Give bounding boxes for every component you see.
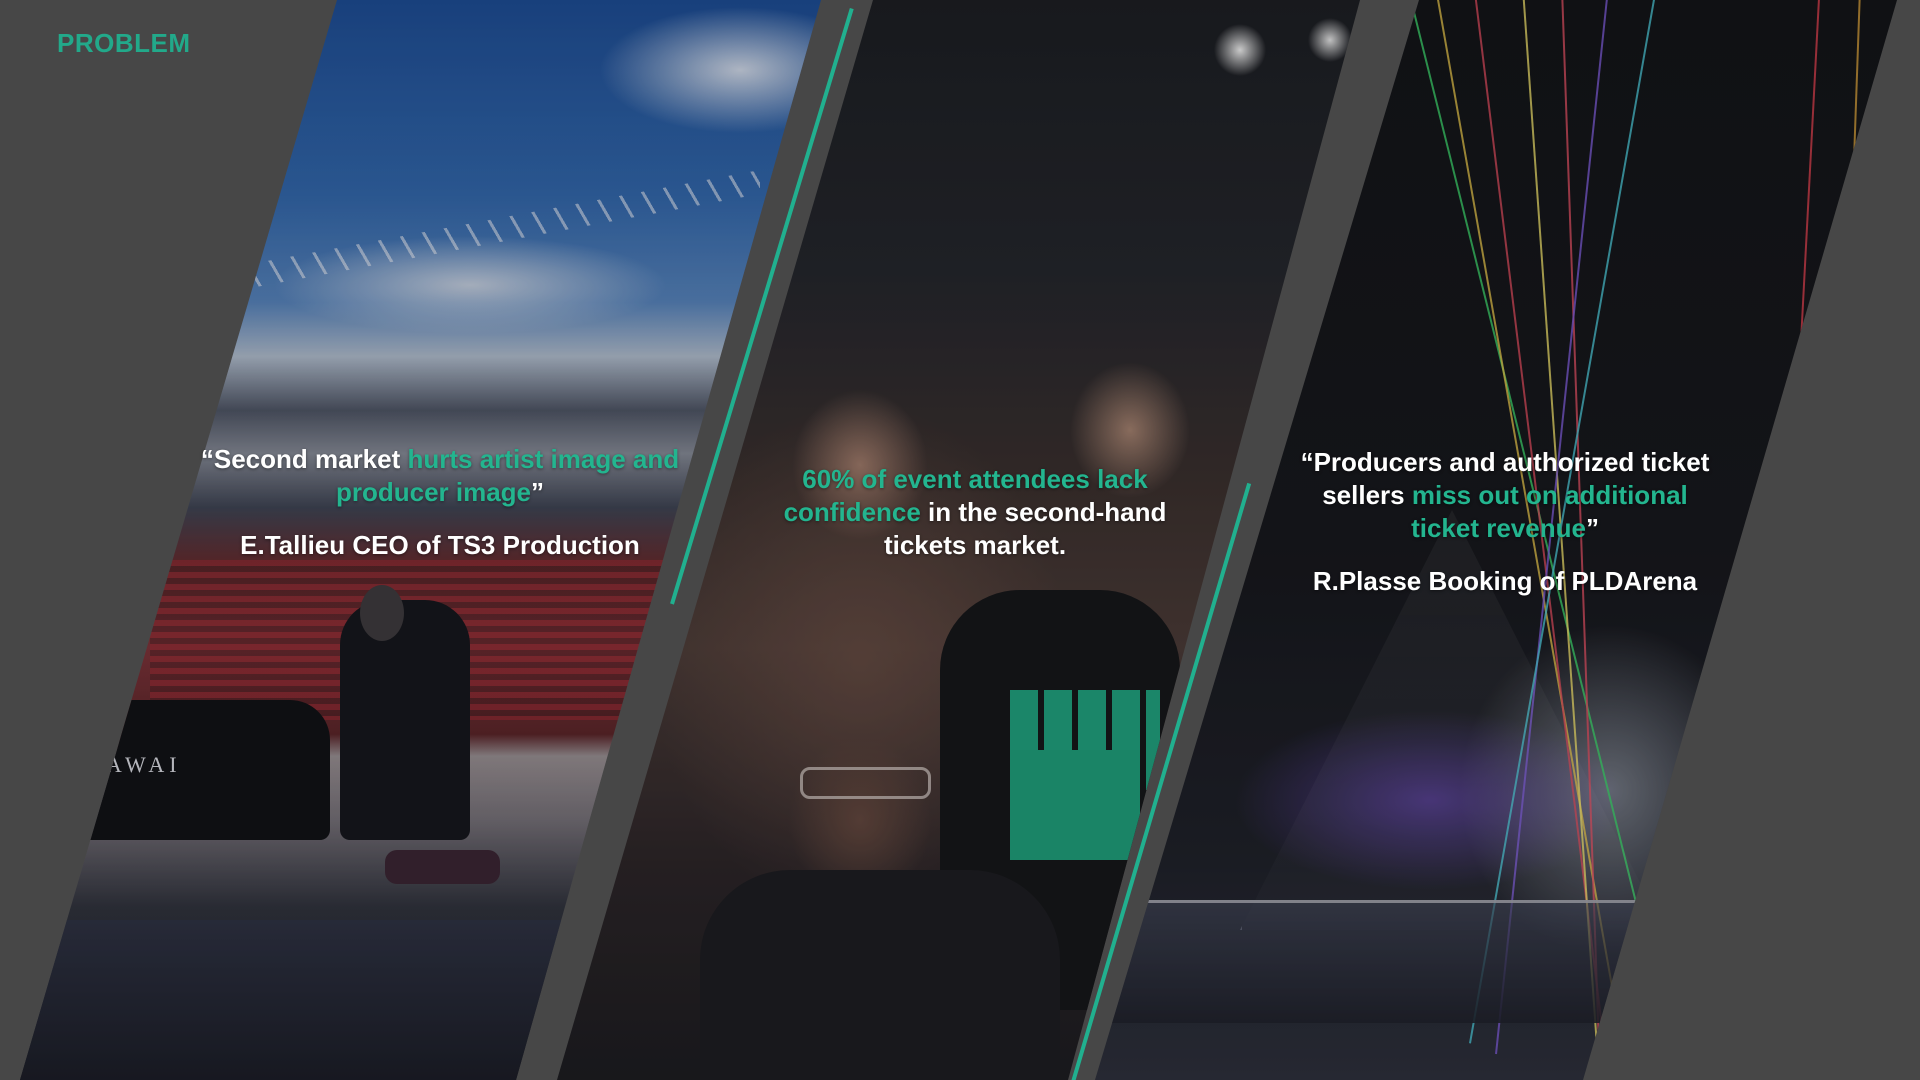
quote-text-open: “Second market [200, 444, 408, 474]
quote-text-close: ” [531, 477, 545, 507]
quote-attribution: R.Plasse Booking of PLDArena [1312, 566, 1698, 596]
quote-attendee-confidence: 60% of event attendees lack confidence i… [770, 463, 1180, 562]
quote-artist-image: “Second market hurts artist image and pr… [200, 443, 680, 562]
quote-attribution: E.Tallieu CEO of TS3 Production [240, 530, 640, 560]
quote-highlight: miss out on additional ticket revenue [1411, 480, 1688, 543]
quote-text-close: ” [1585, 513, 1599, 543]
slide-title: PROBLEM [57, 28, 191, 58]
quote-missed-revenue: “Producers and authorized ticket sellers… [1290, 446, 1720, 598]
quote-text-rest: in the second-hand tickets market. [883, 497, 1167, 560]
slide: KAWAI PROBLEM “Second market hurts artis… [0, 0, 1920, 1080]
